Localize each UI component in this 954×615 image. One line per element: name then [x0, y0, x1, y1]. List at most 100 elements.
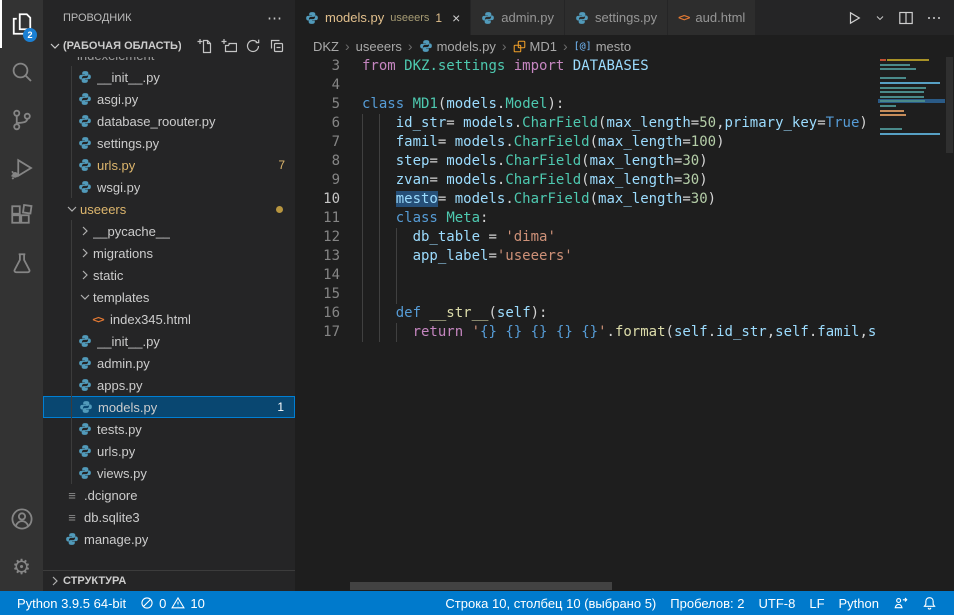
python-file-icon — [78, 400, 94, 414]
breadcrumb-separator: › — [408, 38, 413, 54]
workspace-section-header[interactable]: (РАБОЧАЯ ОБЛАСТЬ) ... — [43, 35, 295, 57]
breadcrumb-label: useeers — [356, 39, 402, 54]
tree-item-asgi-py[interactable]: asgi.py — [43, 88, 295, 110]
activity-item-run-debug[interactable] — [0, 144, 43, 192]
tree-item-urls-py[interactable]: urls.py — [43, 440, 295, 462]
tree-item--init-py[interactable]: __init__.py — [43, 66, 295, 88]
python-file-icon — [419, 39, 433, 53]
minimap[interactable] — [878, 57, 945, 237]
vertical-scrollbar[interactable] — [945, 57, 954, 591]
status-encoding[interactable]: UTF-8 — [752, 591, 803, 615]
sidebar-title-row: ПРОВОДНИК ⋯ — [43, 0, 295, 35]
indent-guide — [396, 285, 397, 304]
tree-item-db-sqlite3[interactable]: ≡db.sqlite3 — [43, 506, 295, 528]
line-content: class Meta: — [362, 209, 954, 228]
minimap-line — [880, 114, 906, 116]
tree-item-apps-py[interactable]: apps.py — [43, 374, 295, 396]
activity-item-extensions[interactable] — [0, 192, 43, 240]
run-dropdown-button[interactable] — [874, 12, 886, 24]
status-problems[interactable]: 010 — [133, 591, 212, 615]
line-content: db_table = 'dima' — [362, 228, 954, 247]
indent-guide — [362, 114, 363, 133]
editor-actions — [834, 0, 954, 35]
minimap-line — [880, 59, 929, 61]
tree-item-urls-py[interactable]: urls.py7 — [43, 154, 295, 176]
activity-item-explorer[interactable]: 2 — [0, 0, 43, 48]
tree-item-migrations[interactable]: migrations — [43, 242, 295, 264]
line-content: class MD1(models.Model): — [362, 95, 954, 114]
status-cursor-position[interactable]: Строка 10, столбец 10 (выбрано 5) — [438, 591, 663, 615]
activity-item-testing[interactable] — [0, 240, 43, 288]
outline-section-header[interactable]: СТРУКТУРА — [43, 570, 295, 591]
more-button[interactable] — [926, 10, 942, 26]
status-feedback[interactable] — [886, 591, 915, 615]
tab-label: settings.py — [595, 10, 657, 25]
tree-item-label: urls.py — [97, 158, 135, 173]
tree-item-wsgi-py[interactable]: wsgi.py — [43, 176, 295, 198]
indent-guide — [379, 114, 380, 133]
tree-item-tests-py[interactable]: tests.py — [43, 418, 295, 440]
activity-item-account[interactable] — [0, 495, 43, 543]
line-content: zvan= models.CharField(max_length=30) — [362, 171, 954, 190]
clipped-tree-item[interactable]: indexelement — [43, 57, 295, 66]
tree-item-static[interactable]: static — [43, 264, 295, 286]
activity-item-search[interactable] — [0, 48, 43, 96]
tree-item--init-py[interactable]: __init__.py — [43, 330, 295, 352]
tree-item-manage-py[interactable]: manage.py — [43, 528, 295, 550]
tree-item-templates[interactable]: templates — [43, 286, 295, 308]
indent-guide — [362, 152, 363, 171]
line-content: id_str= models.CharField(max_length=50,p… — [362, 114, 954, 133]
indent-guide — [379, 171, 380, 190]
refresh-button[interactable] — [245, 38, 261, 54]
activity-bar-top: 2 — [0, 0, 43, 288]
breadcrumb-item-md1[interactable]: MD1 — [513, 39, 557, 54]
tab-aud-html[interactable]: <>aud.html — [668, 0, 756, 35]
tree-item-settings-py[interactable]: settings.py — [43, 132, 295, 154]
tree-item-models-py[interactable]: models.py1 — [43, 396, 295, 418]
chevron-down-icon — [47, 38, 63, 54]
tab-models-py[interactable]: models.pyuseeers1× — [295, 0, 471, 35]
indent-guide — [362, 266, 363, 285]
close-icon[interactable]: × — [452, 10, 460, 26]
tab-settings-py[interactable]: settings.py — [565, 0, 668, 35]
views-and-more-actions-button[interactable]: ⋯ — [267, 9, 283, 27]
indent-guide — [379, 266, 380, 285]
horizontal-scrollbar[interactable] — [350, 582, 612, 590]
source-control-icon — [10, 108, 34, 132]
breadcrumb-item-dkz[interactable]: DKZ — [313, 39, 339, 54]
tree-item-database-roouter-py[interactable]: database_roouter.py — [43, 110, 295, 132]
new-file-button[interactable] — [197, 38, 213, 54]
activity-item-source-control[interactable] — [0, 96, 43, 144]
indent-guide — [362, 323, 363, 342]
tree-item--pycache-[interactable]: __pycache__ — [43, 220, 295, 242]
vscode-window: 2 ⚙ ПРОВОДНИК ⋯ (РАБОЧАЯ ОБЛАСТЬ) ... in… — [0, 0, 954, 591]
tree-item-index345-html[interactable]: <>index345.html — [43, 308, 295, 330]
tree-item-admin-py[interactable]: admin.py — [43, 352, 295, 374]
python-file-icon — [305, 11, 319, 25]
line-number: 10 — [295, 190, 340, 209]
collapse-all-button[interactable] — [269, 38, 285, 54]
activity-item-settings[interactable]: ⚙ — [0, 543, 43, 591]
line-content: app_label='useeers' — [362, 247, 954, 266]
status-eol[interactable]: LF — [802, 591, 831, 615]
status-bar: Python 3.9.5 64-bit010 Строка 10, столбе… — [0, 591, 954, 615]
breadcrumb-item-mesto[interactable]: [@]mesto — [574, 39, 631, 54]
tree-item-views-py[interactable]: views.py — [43, 462, 295, 484]
breadcrumb-item-useeers[interactable]: useeers — [356, 39, 402, 54]
python-file-icon — [77, 158, 93, 172]
split-editor-button[interactable] — [898, 10, 914, 26]
tree-item--dcignore[interactable]: ≡.dcignore — [43, 484, 295, 506]
breadcrumb-item-models-py[interactable]: models.py — [419, 39, 496, 54]
tree-item-useeers[interactable]: useeers — [43, 198, 295, 220]
status-interpreter[interactable]: Python 3.9.5 64-bit — [10, 591, 133, 615]
code-editor[interactable]: 3from DKZ.settings import DATABASES45cla… — [295, 57, 954, 591]
testing-icon — [10, 252, 34, 276]
status-language[interactable]: Python — [832, 591, 886, 615]
status-indentation[interactable]: Пробелов: 2 — [663, 591, 751, 615]
new-folder-button[interactable] — [221, 38, 237, 54]
tab-admin-py[interactable]: admin.py — [471, 0, 565, 35]
status-notifications[interactable] — [915, 591, 944, 615]
indent-guide — [379, 228, 380, 247]
file-icon: ≡ — [64, 510, 80, 525]
run-button[interactable] — [846, 10, 862, 26]
